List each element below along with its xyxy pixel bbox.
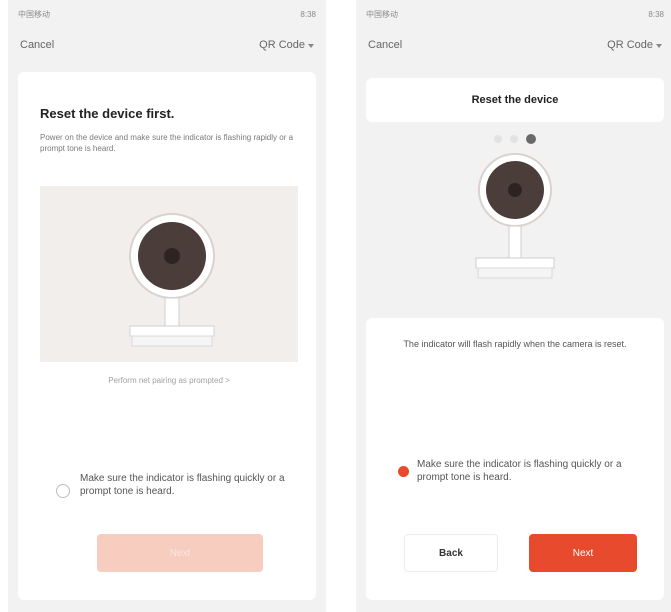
camera-illustration: [356, 148, 671, 308]
reset-header: Reset the device: [366, 78, 664, 122]
carrier-text: 中国移动: [366, 9, 398, 19]
status-bar: 中国移动 8:38: [356, 0, 671, 28]
confirm-check-row[interactable]: Make sure the indicator is flashing quic…: [56, 472, 306, 498]
reset-description: Power on the device and make sure the in…: [40, 133, 294, 153]
page-title: Reset the device first.: [40, 106, 175, 121]
nav-bar: Cancel QR Code: [356, 28, 671, 62]
next-button[interactable]: Next: [529, 534, 637, 572]
back-button[interactable]: Back: [404, 534, 498, 572]
reset-info-text: The indicator will flash rapidly when th…: [403, 339, 627, 349]
reset-card: Reset the device first. Power on the dev…: [18, 72, 316, 600]
status-bar: 中国移动 8:38: [8, 0, 326, 28]
confirm-label: Make sure the indicator is flashing quic…: [417, 459, 622, 483]
chevron-down-icon: [656, 43, 662, 48]
mode-label: QR Code: [607, 39, 653, 51]
status-time: 8:38: [648, 9, 664, 19]
mode-selector[interactable]: QR Code: [607, 39, 662, 51]
chevron-down-icon: [308, 43, 314, 48]
mode-label: QR Code: [259, 39, 305, 51]
camera-illustration: [40, 186, 298, 362]
reset-info-card: The indicator will flash rapidly when th…: [366, 318, 664, 600]
nav-bar: Cancel QR Code: [8, 28, 326, 62]
camera-icon: [475, 153, 555, 279]
cancel-button[interactable]: Cancel: [20, 39, 54, 51]
cancel-button[interactable]: Cancel: [368, 39, 402, 51]
camera-icon: [129, 213, 215, 347]
status-time: 8:38: [300, 9, 316, 19]
carrier-text: 中国移动: [18, 9, 50, 19]
step-indicator: [356, 134, 671, 144]
step-dot-active: [526, 134, 536, 144]
left-screen: 中国移动 8:38 Cancel QR Code Reset the devic…: [8, 0, 326, 612]
confirm-check-row[interactable]: Make sure the indicator is flashing quic…: [398, 458, 648, 484]
confirm-checkbox[interactable]: [56, 484, 70, 498]
confirm-radio-checked[interactable]: [398, 466, 409, 477]
mode-selector[interactable]: QR Code: [259, 39, 314, 51]
confirm-label: Make sure the indicator is flashing quic…: [80, 473, 285, 497]
screenshot-pair: 中国移动 8:38 Cancel QR Code Reset the devic…: [0, 0, 671, 612]
step-dot: [510, 135, 518, 143]
step-dot: [494, 135, 502, 143]
right-screen: 中国移动 8:38 Cancel QR Code Reset the devic…: [356, 0, 671, 612]
next-button[interactable]: Next: [97, 534, 263, 572]
pairing-hint-link[interactable]: Perform net pairing as prompted >: [40, 376, 298, 385]
